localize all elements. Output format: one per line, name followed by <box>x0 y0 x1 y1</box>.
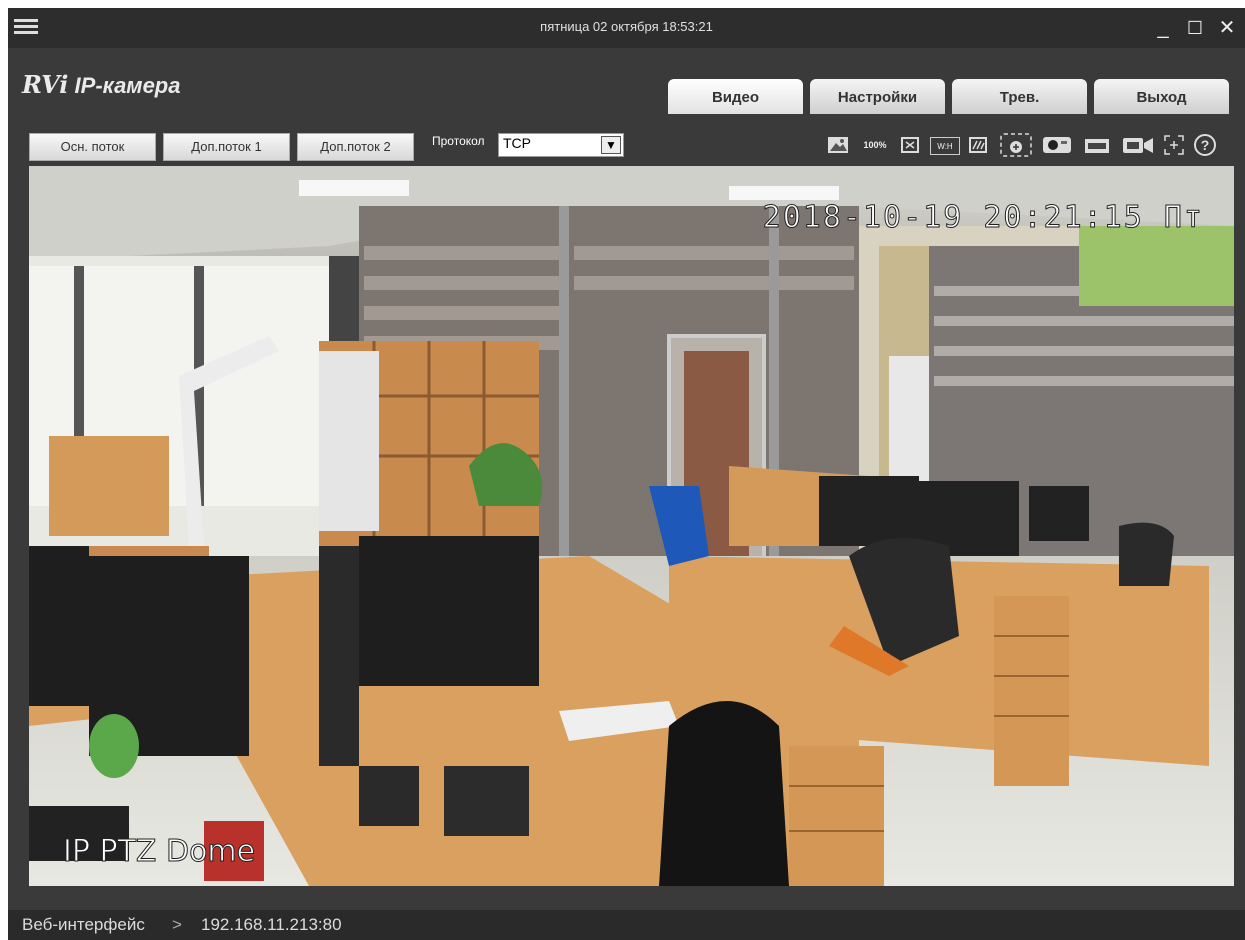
app-header: RVi IP-камера Видео Настройки Трев. Выхо… <box>8 48 1245 116</box>
camera-feed <box>29 166 1234 886</box>
close-button[interactable]: ✕ <box>1212 14 1242 42</box>
main-stream-button[interactable]: Осн. поток <box>29 133 156 161</box>
grid-icon[interactable] <box>966 132 990 158</box>
tab-settings[interactable]: Настройки <box>810 79 945 114</box>
svg-text:?: ? <box>1201 137 1210 153</box>
protocol-value: TCP <box>503 135 531 151</box>
logo-text: IP-камера <box>74 73 181 98</box>
sub-stream-1-button[interactable]: Доп.поток 1 <box>163 133 290 161</box>
protocol-label: Протокол <box>432 134 485 148</box>
video-view[interactable]: 2018-10-19 20:21:15 Пт IP PTZ Dome <box>29 166 1234 886</box>
breadcrumb-separator: > <box>172 915 182 934</box>
picture-icon[interactable] <box>826 132 850 158</box>
video-camera-icon[interactable] <box>1120 132 1156 158</box>
video-toolbar: Осн. поток Доп.поток 1 Доп.поток 2 Прото… <box>8 116 1245 166</box>
osd-camera-name: IP PTZ Dome <box>62 834 256 870</box>
osd-timestamp: 2018-10-19 20:21:15 Пт <box>762 200 1204 236</box>
aspect-ratio-icon[interactable]: W:H <box>930 137 960 155</box>
tab-alarm[interactable]: Трев. <box>952 79 1087 114</box>
device-address: 192.168.11.213:80 <box>201 915 342 934</box>
fullscreen-icon[interactable] <box>1162 132 1186 158</box>
tab-video[interactable]: Видео <box>668 79 803 114</box>
tab-exit[interactable]: Выход <box>1094 79 1229 114</box>
camera-window: пятница 02 октября 18:53:21 _ ☐ ✕ RVi IP… <box>8 8 1245 940</box>
help-icon[interactable]: ? <box>1192 132 1218 158</box>
record-icon[interactable] <box>1040 132 1074 158</box>
system-clock: пятница 02 октября 18:53:21 <box>540 19 713 34</box>
digital-zoom-icon[interactable] <box>998 132 1034 158</box>
maximize-button[interactable]: ☐ <box>1180 14 1210 42</box>
fit-screen-icon[interactable] <box>898 132 922 158</box>
status-bar: Веб-интерфейс > 192.168.11.213:80 <box>8 910 1245 940</box>
logo: RVi IP-камера <box>22 70 180 99</box>
protocol-select[interactable]: TCP ▼ <box>498 133 624 157</box>
chevron-down-icon[interactable]: ▼ <box>601 136 621 154</box>
breadcrumb[interactable]: Веб-интерфейс <box>22 910 145 940</box>
logo-brand: RVi <box>22 70 69 99</box>
title-bar: пятница 02 октября 18:53:21 _ ☐ ✕ <box>8 8 1245 48</box>
sub-stream-2-button[interactable]: Доп.поток 2 <box>297 133 414 161</box>
zoom-100-icon[interactable]: 100% <box>858 132 892 158</box>
snapshot-icon[interactable] <box>1082 132 1112 158</box>
minimize-button[interactable]: _ <box>1148 14 1178 42</box>
